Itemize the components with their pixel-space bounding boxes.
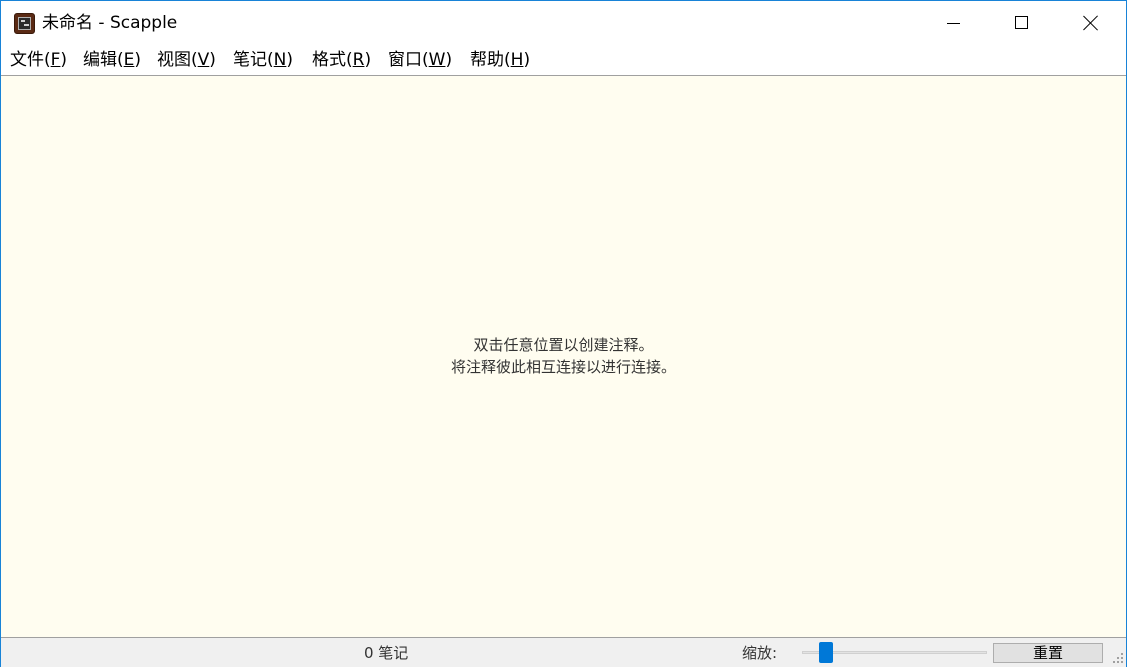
note-count: 0 笔记 bbox=[364, 644, 409, 662]
scapple-canvas[interactable]: 双击任意位置以创建注释。 将注释彼此相互连接以进行连接。 bbox=[1, 75, 1126, 638]
canvas-hint-line1: 双击任意位置以创建注释。 bbox=[473, 336, 654, 354]
maximize-button[interactable] bbox=[987, 1, 1057, 45]
menu-view[interactable]: 视图(V) bbox=[157, 49, 216, 71]
status-bar: 0 笔记 缩放: 重置 bbox=[1, 637, 1126, 667]
title-bar[interactable]: 未命名 - Scapple bbox=[1, 1, 1126, 45]
menu-format[interactable]: 格式(R) bbox=[312, 49, 371, 71]
app-window: 未命名 - Scapple 文件(F) 编辑(E) 视图(V) 笔记(N) 格式… bbox=[0, 0, 1127, 667]
menu-notes[interactable]: 笔记(N) bbox=[233, 49, 293, 71]
minimize-button[interactable] bbox=[918, 1, 988, 45]
menu-edit[interactable]: 编辑(E) bbox=[83, 49, 141, 71]
zoom-label: 缩放: bbox=[742, 644, 778, 662]
zoom-reset-button[interactable]: 重置 bbox=[993, 643, 1103, 663]
menu-window[interactable]: 窗口(W) bbox=[388, 49, 452, 71]
scapple-app-icon[interactable] bbox=[14, 13, 35, 34]
close-button[interactable] bbox=[1056, 1, 1126, 45]
maximize-icon bbox=[1015, 16, 1028, 29]
menu-bar: 文件(F) 编辑(E) 视图(V) 笔记(N) 格式(R) 窗口(W) 帮助(H… bbox=[1, 45, 1126, 75]
menu-help[interactable]: 帮助(H) bbox=[470, 49, 530, 71]
menu-file[interactable]: 文件(F) bbox=[10, 49, 67, 71]
zoom-slider-thumb[interactable] bbox=[819, 642, 833, 663]
minimize-icon bbox=[947, 23, 960, 24]
resize-grip-icon[interactable] bbox=[1112, 653, 1124, 665]
close-icon bbox=[1083, 15, 1099, 31]
window-title: 未命名 - Scapple bbox=[42, 13, 178, 33]
canvas-hint-line2: 将注释彼此相互连接以进行连接。 bbox=[450, 358, 676, 376]
